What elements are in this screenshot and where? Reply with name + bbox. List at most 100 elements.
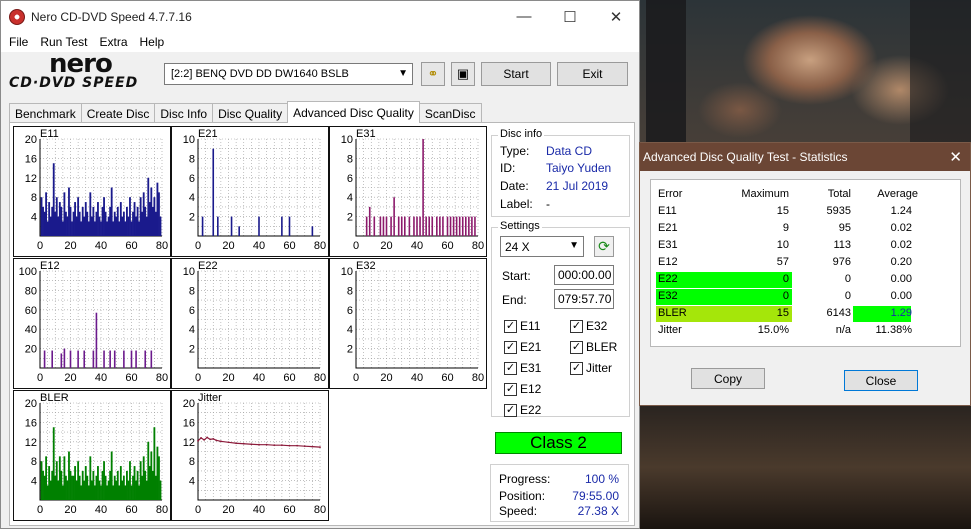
y-tick-label: 12 xyxy=(25,437,37,449)
chart-plot: 2 4 6 8 10 0 20 40 60 80 xyxy=(341,266,484,384)
position-value: 79:55.00 xyxy=(572,489,619,503)
x-tick-label: 60 xyxy=(441,240,453,252)
x-tick-label: 40 xyxy=(253,372,265,384)
disc-type-value: Data CD xyxy=(546,144,593,158)
title-bar[interactable]: Nero CD-DVD Speed 4.7.7.16 — ☐ ✕ xyxy=(1,1,639,32)
checkbox-check-icon: ✓ xyxy=(504,382,517,396)
tab-disc-info[interactable]: Disc Info xyxy=(154,103,214,123)
header-total: Total xyxy=(827,188,851,200)
close-button[interactable]: ✕ xyxy=(593,1,639,32)
table-row: E31 10 113 0.02 xyxy=(656,238,956,254)
cell-error: E12 xyxy=(658,256,678,268)
bar-mark xyxy=(419,216,421,236)
menu-file[interactable]: File xyxy=(3,35,34,49)
progress-label: Progress: xyxy=(499,472,551,486)
speed-row: Speed: 27.38 X xyxy=(499,504,619,518)
bar-mark xyxy=(431,216,434,236)
dialog-close-icon[interactable]: ✕ xyxy=(949,148,962,166)
menu-help[interactable]: Help xyxy=(134,35,171,49)
exit-button[interactable]: Exit xyxy=(557,62,628,86)
checkbox-e32[interactable]: ✓ E32 xyxy=(570,319,607,333)
cell-maximum: 15.0% xyxy=(757,324,789,336)
tab-create-disc[interactable]: Create Disc xyxy=(80,103,156,123)
close-dialog-button[interactable]: Close xyxy=(844,370,918,391)
speed-select[interactable]: 24 X ▼ xyxy=(500,236,584,257)
y-tick-label: 16 xyxy=(25,417,37,429)
bar-mark xyxy=(471,216,473,236)
chart-plot: 20 40 60 80 100 0 20 40 60 80 xyxy=(19,266,168,384)
cell-error: E32 xyxy=(658,290,678,302)
y-tick-label: 8 xyxy=(31,456,37,468)
bar-mark xyxy=(217,216,219,236)
chart-title: E22 xyxy=(198,260,218,272)
disc-id-value: Taiyo Yuden xyxy=(546,161,612,175)
position-label: Position: xyxy=(499,489,546,503)
jitter-point xyxy=(197,439,199,442)
disc-label-row: Label: - xyxy=(500,197,550,211)
tab-bar: Benchmark Create Disc Disc Info Disc Qua… xyxy=(9,101,482,123)
x-tick-label: 0 xyxy=(353,240,359,252)
y-tick-label: 12 xyxy=(25,173,37,185)
cell-maximum: 9 xyxy=(782,222,789,234)
checkbox-e31-label: E31 xyxy=(520,361,542,375)
cell-average: 1.29 xyxy=(890,307,912,319)
disc-info-icon-button[interactable]: ⚭ xyxy=(421,62,445,86)
save-button[interactable]: ▣ xyxy=(451,62,475,86)
y-tick-label: 20 xyxy=(183,398,195,410)
drive-select[interactable]: [2:2] BENQ DVD DD DW1640 BSLB ▼ xyxy=(164,63,413,85)
bar-mark xyxy=(238,226,240,236)
checkbox-check-icon: ✓ xyxy=(570,340,583,354)
checkbox-e21[interactable]: ✓ E21 xyxy=(504,340,541,354)
jitter-point xyxy=(219,440,222,443)
x-tick-label: 20 xyxy=(222,240,234,252)
table-row: E12 57 976 0.20 xyxy=(656,255,956,271)
y-tick-label: 4 xyxy=(189,324,195,336)
header-error: Error xyxy=(658,188,683,200)
checkbox-bler[interactable]: ✓ BLER xyxy=(570,340,617,354)
y-tick-label: 8 xyxy=(31,192,37,204)
y-tick-label: 16 xyxy=(183,417,195,429)
copy-button[interactable]: Copy xyxy=(691,368,765,389)
menu-run-test[interactable]: Run Test xyxy=(34,35,93,49)
checkbox-check-icon: ✓ xyxy=(504,340,517,354)
checkbox-jitter[interactable]: ✓ Jitter xyxy=(570,361,612,375)
bar-mark xyxy=(288,216,291,236)
chevron-down-icon: ▼ xyxy=(569,240,579,251)
cell-total: 0 xyxy=(844,273,851,285)
chart-plot: 2 4 6 8 10 0 20 40 60 80 xyxy=(183,134,326,252)
checkbox-e11-label: E11 xyxy=(520,319,541,333)
checkbox-e12[interactable]: ✓ E12 xyxy=(504,382,541,396)
maximize-button[interactable]: ☐ xyxy=(547,1,593,32)
x-tick-label: 60 xyxy=(283,372,295,384)
disc-date-label: Date: xyxy=(500,179,529,193)
y-tick-label: 4 xyxy=(31,476,37,488)
bar-mark xyxy=(455,216,458,236)
y-tick-label: 8 xyxy=(189,285,195,297)
checkbox-e22[interactable]: ✓ E22 xyxy=(504,403,541,417)
dialog-title-bar[interactable]: Advanced Disc Quality Test - Statistics … xyxy=(640,143,970,171)
bar-mark xyxy=(458,216,461,236)
refresh-speed-button[interactable]: ⟳ xyxy=(594,236,614,257)
x-tick-label: 40 xyxy=(253,504,265,516)
tab-disc-quality[interactable]: Disc Quality xyxy=(212,103,289,123)
start-time-input[interactable]: 000:00.00 xyxy=(554,265,614,285)
checkbox-e31[interactable]: ✓ E31 xyxy=(504,361,541,375)
refresh-icon: ⟳ xyxy=(598,238,610,254)
menu-extra[interactable]: Extra xyxy=(93,35,133,49)
tab-advanced-disc-quality[interactable]: Advanced Disc Quality xyxy=(287,101,420,123)
bar-mark xyxy=(373,216,376,236)
cell-maximum: 0 xyxy=(782,273,789,285)
checkbox-check-icon: ✓ xyxy=(504,403,517,417)
minimize-button[interactable]: — xyxy=(501,1,547,32)
start-button[interactable]: Start xyxy=(481,62,551,86)
jitter-point xyxy=(212,437,215,440)
disc-type-label: Type: xyxy=(500,144,530,158)
checkbox-e11[interactable]: ✓ E11 xyxy=(504,319,540,333)
bar-mark xyxy=(393,197,395,236)
bar-mark xyxy=(408,216,411,236)
floppy-icon: ▣ xyxy=(456,66,470,81)
tab-scandisc[interactable]: ScanDisc xyxy=(418,103,482,123)
tab-benchmark[interactable]: Benchmark xyxy=(9,103,82,123)
end-time-input[interactable]: 079:57.70 xyxy=(554,289,614,309)
cell-average: 0.00 xyxy=(890,273,912,285)
